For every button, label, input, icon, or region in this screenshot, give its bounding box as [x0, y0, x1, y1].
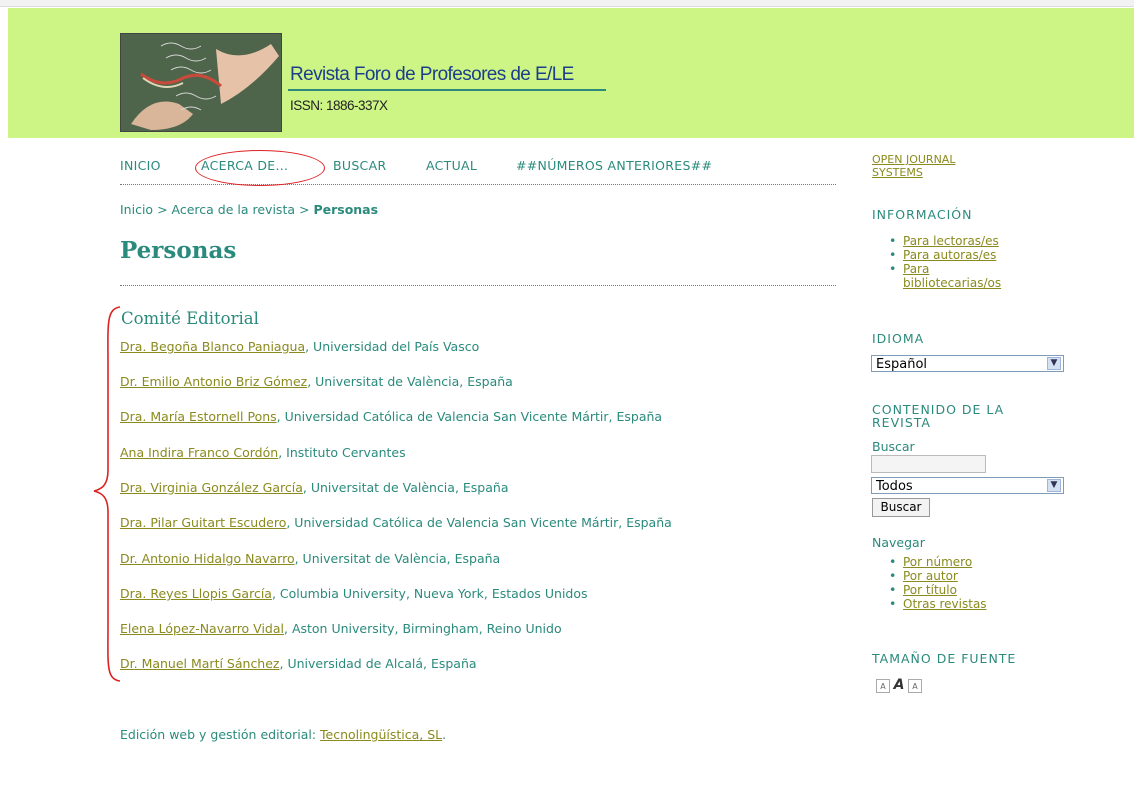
- list-item: Dra. Pilar Guitart Escudero, Universidad…: [120, 515, 672, 530]
- info-link-authors[interactable]: Para autoras/es: [903, 248, 996, 262]
- content-title: CONTENIDO DE LA REVISTA: [872, 403, 1004, 429]
- language-value: Español: [876, 357, 928, 372]
- footer: Edición web y gestión editorial: Tecnoli…: [120, 727, 446, 742]
- search-scope-value: Todos: [876, 479, 913, 494]
- list-item: Ana Indira Franco Cordón, Instituto Cerv…: [120, 445, 406, 460]
- search-input[interactable]: [871, 455, 986, 473]
- annotation-circle: [195, 150, 325, 186]
- person-link[interactable]: Dr. Emilio Antonio Briz Gómez: [120, 374, 307, 389]
- list-item: Por autor: [872, 569, 987, 583]
- footer-end: .: [442, 727, 447, 742]
- breadcrumb-separator: >: [298, 202, 310, 217]
- person-affiliation: , Universitat de València, España: [302, 480, 509, 495]
- info-title: INFORMACIÓN: [872, 207, 973, 222]
- person-link[interactable]: Ana Indira Franco Cordón: [120, 445, 278, 460]
- list-item: Dra. Begoña Blanco Paniagua, Universidad…: [120, 339, 479, 354]
- nav-actual[interactable]: ACTUAL: [426, 158, 477, 173]
- font-default-icon[interactable]: A: [892, 678, 906, 693]
- person-affiliation: , Aston University, Birmingham, Reino Un…: [284, 621, 562, 636]
- list-item: Elena López-Navarro Vidal, Aston Univers…: [120, 621, 562, 636]
- language-select[interactable]: Español ▼: [871, 355, 1064, 372]
- breadcrumb: Inicio > Acerca de la revista > Personas: [120, 202, 378, 217]
- list-item: Para autoras/es: [872, 248, 1001, 262]
- font-size-controls: AAA: [876, 677, 924, 693]
- list-item: Otras revistas: [872, 597, 987, 611]
- annotation-brace: [93, 306, 121, 682]
- list-item: Dr. Emilio Antonio Briz Gómez, Universit…: [120, 374, 513, 389]
- person-link[interactable]: Dr. Manuel Martí Sánchez: [120, 656, 280, 671]
- person-link[interactable]: Dra. Virginia González García: [120, 480, 303, 495]
- person-affiliation: , Universidad Católica de Valencia San V…: [286, 515, 672, 530]
- breadcrumb-current: Personas: [313, 202, 379, 217]
- person-link[interactable]: Dr. Antonio Hidalgo Navarro: [120, 551, 295, 566]
- font-size-title: TAMAÑO DE FUENTE: [872, 651, 1017, 666]
- info-link-librarians-cont[interactable]: bibliotecarias/os: [903, 276, 1001, 290]
- issn: ISSN: 1886-337X: [290, 98, 388, 113]
- breadcrumb-separator: >: [157, 202, 168, 217]
- search-button[interactable]: Buscar: [872, 498, 930, 517]
- nav-numeros-anteriores[interactable]: ##NÚMEROS ANTERIORES##: [516, 158, 712, 173]
- browse-label: Navegar: [872, 535, 925, 550]
- section-title: Comité Editorial: [121, 309, 259, 328]
- browse-by-title[interactable]: Por título: [903, 583, 957, 597]
- ojs-link-line1[interactable]: OPEN JOURNAL: [872, 153, 955, 166]
- info-link-readers[interactable]: Para lectoras/es: [903, 234, 999, 248]
- content-title-line2: REVISTA: [872, 415, 931, 430]
- footer-link[interactable]: Tecnolingüística, SL: [320, 727, 442, 742]
- person-affiliation: , Instituto Cervantes: [278, 445, 406, 460]
- footer-text: Edición web y gestión editorial:: [120, 727, 321, 742]
- breadcrumb-home[interactable]: Inicio: [120, 202, 153, 217]
- list-item: Para lectoras/es: [872, 234, 1001, 248]
- font-small-icon[interactable]: A: [876, 678, 890, 693]
- divider: [120, 285, 836, 286]
- list-item: Dra. Reyes Llopis García, Columbia Unive…: [120, 586, 588, 601]
- browse-list: Por número Por autor Por título Otras re…: [872, 555, 987, 611]
- list-item: Parabibliotecarias/os: [872, 262, 1001, 290]
- ojs-link-line2[interactable]: SYSTEMS: [872, 166, 955, 179]
- person-link[interactable]: Dra. María Estornell Pons: [120, 409, 277, 424]
- list-item: Dr. Manuel Martí Sánchez, Universidad de…: [120, 656, 477, 671]
- search-label: Buscar: [872, 439, 915, 454]
- browser-top-strip: [0, 0, 1134, 7]
- person-link[interactable]: Dra. Pilar Guitart Escudero: [120, 515, 286, 530]
- person-link[interactable]: Dra. Reyes Llopis García: [120, 586, 272, 601]
- browse-other-journals[interactable]: Otras revistas: [903, 597, 987, 611]
- person-affiliation: , Universitat de València, España: [294, 551, 501, 566]
- language-title: IDIOMA: [872, 331, 925, 346]
- chevron-down-icon[interactable]: ▼: [1047, 357, 1061, 370]
- page-title: Personas: [120, 237, 237, 264]
- list-item: Por número: [872, 555, 987, 569]
- breadcrumb-about[interactable]: Acerca de la revista: [172, 202, 295, 217]
- info-list: Para lectoras/es Para autoras/es Parabib…: [872, 234, 1001, 290]
- list-item: Dra. Virginia González García, Universit…: [120, 480, 508, 495]
- list-item: Dra. María Estornell Pons, Universidad C…: [120, 409, 662, 424]
- person-affiliation: , Columbia University, Nueva York, Estad…: [271, 586, 588, 601]
- site-title[interactable]: Revista Foro de Profesores de E/LE: [290, 64, 574, 86]
- list-item: Dr. Antonio Hidalgo Navarro, Universitat…: [120, 551, 500, 566]
- font-large-icon[interactable]: A: [908, 678, 922, 693]
- nav-inicio[interactable]: INICIO: [120, 158, 161, 173]
- nav-buscar[interactable]: BUSCAR: [333, 158, 386, 173]
- title-underline: [288, 89, 606, 91]
- browse-by-issue[interactable]: Por número: [903, 555, 972, 569]
- info-link-librarians[interactable]: Para: [903, 262, 929, 276]
- ojs-link[interactable]: OPEN JOURNAL SYSTEMS: [872, 153, 955, 179]
- person-affiliation: , Universidad del País Vasco: [305, 339, 480, 354]
- person-affiliation: , Universidad Católica de Valencia San V…: [276, 409, 663, 424]
- browse-by-author[interactable]: Por autor: [903, 569, 958, 583]
- chevron-down-icon[interactable]: ▼: [1047, 479, 1061, 492]
- person-affiliation: , Universidad de Alcalá, España: [279, 656, 477, 671]
- person-link[interactable]: Dra. Begoña Blanco Paniagua: [120, 339, 305, 354]
- journal-logo[interactable]: [120, 33, 282, 132]
- list-item: Por título: [872, 583, 987, 597]
- person-link[interactable]: Elena López-Navarro Vidal: [120, 621, 284, 636]
- search-scope-select[interactable]: Todos ▼: [871, 477, 1064, 494]
- person-affiliation: , Universitat de València, España: [307, 374, 513, 389]
